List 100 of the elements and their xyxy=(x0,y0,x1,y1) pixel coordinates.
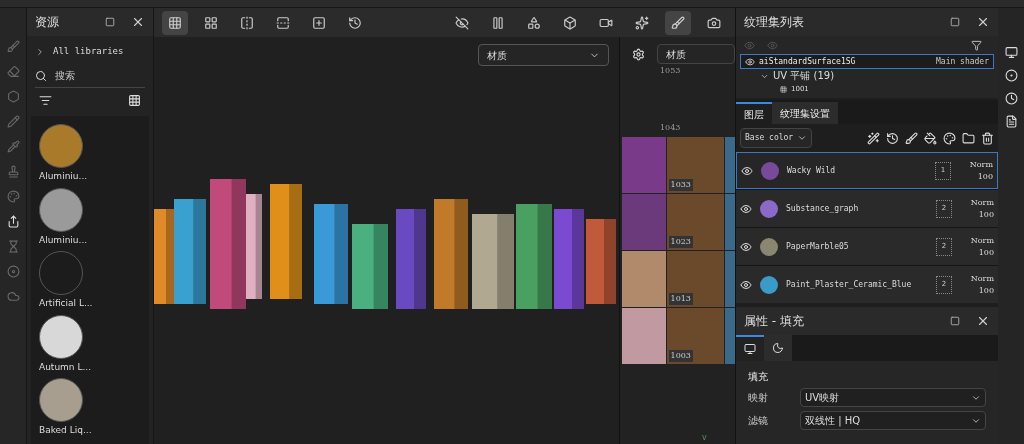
library-label[interactable]: All libraries xyxy=(53,45,124,59)
pencil-icon[interactable] xyxy=(6,115,20,128)
uv-tile-group[interactable]: UV 平铺 (19) xyxy=(773,70,835,82)
eye-icon[interactable] xyxy=(745,56,755,67)
section-title: 填充 xyxy=(748,370,769,384)
panel-tab[interactable]: 纹理集设置 xyxy=(772,102,838,124)
chevron-down-icon xyxy=(797,133,808,143)
grid-button[interactable] xyxy=(162,10,188,35)
uv-tile-label: 1013 xyxy=(668,293,693,305)
axis-label: v xyxy=(702,432,708,444)
grid-icon xyxy=(204,15,218,30)
hexagon-icon[interactable] xyxy=(6,90,20,103)
layer-name: Wacky Wild xyxy=(787,164,837,177)
opacity-value[interactable]: 100 xyxy=(978,246,994,259)
layer-name: Paint_Plaster_Ceramic_Blue xyxy=(786,278,913,291)
opacity-value[interactable]: 100 xyxy=(978,284,994,297)
eye-icon[interactable] xyxy=(741,164,753,177)
pipette-icon[interactable] xyxy=(6,140,20,153)
uv-tile xyxy=(725,194,735,250)
uv-tile-label: 1033 xyxy=(668,179,693,191)
filter-icon[interactable] xyxy=(971,39,982,51)
uv-tile xyxy=(725,137,735,193)
close-icon[interactable] xyxy=(976,314,990,328)
uv-tile-label: 1003 xyxy=(668,350,693,362)
properties-tab[interactable] xyxy=(764,335,792,361)
sparkle-icon xyxy=(635,15,649,30)
panel-title: 资源 xyxy=(35,14,60,31)
uv-tile xyxy=(725,308,735,364)
export-icon[interactable] xyxy=(6,215,20,228)
blend-mode[interactable]: Norm xyxy=(970,196,994,209)
frame-icon xyxy=(312,15,326,30)
texture-set-row[interactable]: aiStandardSurface1SG Main shader xyxy=(740,54,994,69)
asset-label: Aluminiu... xyxy=(39,233,88,247)
opacity-value[interactable]: 100 xyxy=(978,208,994,221)
chevron-right-icon[interactable] xyxy=(35,47,45,57)
shader-label: Main shader xyxy=(936,55,989,68)
folder-icon[interactable] xyxy=(962,131,975,145)
brush-icon[interactable] xyxy=(905,131,918,145)
properties-tab[interactable] xyxy=(736,335,764,361)
close-icon[interactable] xyxy=(976,15,990,29)
settings-icon[interactable] xyxy=(632,47,645,61)
cloud-icon[interactable] xyxy=(6,290,20,303)
asset-label: Aluminiu... xyxy=(39,170,88,183)
select-field[interactable]: UV映射 xyxy=(800,388,986,407)
dropdown-value: 材质 xyxy=(666,47,686,62)
eye-off-icon xyxy=(455,15,469,30)
document-icon[interactable] xyxy=(1004,115,1018,128)
clock-icon[interactable] xyxy=(1004,92,1018,105)
channel-dropdown[interactable]: 材质 xyxy=(657,44,735,64)
monitor-icon[interactable] xyxy=(1004,46,1018,59)
search-input[interactable]: 搜索 xyxy=(55,68,125,83)
history-icon xyxy=(348,15,362,30)
uv-tile-label: 1043 xyxy=(659,122,682,134)
camera-icon xyxy=(707,15,721,30)
close-icon[interactable] xyxy=(131,15,145,29)
pause-icon xyxy=(491,15,505,30)
stamp-icon[interactable] xyxy=(6,165,20,178)
field-label: 滤镜 xyxy=(748,414,769,428)
grid-view-icon[interactable] xyxy=(128,93,141,107)
float-icon[interactable] xyxy=(950,17,960,27)
asset-label: Artificial L... xyxy=(39,297,93,310)
grid-icon xyxy=(780,85,787,93)
channel-dropdown[interactable]: Base color xyxy=(740,128,813,148)
layer-name: Substance_graph xyxy=(786,202,860,215)
panel-tab[interactable]: 图层 xyxy=(736,102,772,124)
select-field[interactable]: 双线性 | HQ xyxy=(800,411,986,430)
blend-mode[interactable]: Norm xyxy=(970,234,994,247)
eraser-icon[interactable] xyxy=(6,65,20,78)
eye-icon[interactable] xyxy=(740,240,752,253)
monitor-icon xyxy=(744,343,756,355)
eye-icon[interactable] xyxy=(740,278,752,291)
filter-icon[interactable] xyxy=(39,93,52,107)
opacity-value[interactable]: 100 xyxy=(977,170,993,183)
eye-icon[interactable] xyxy=(740,202,752,215)
blend-mode[interactable]: Norm xyxy=(969,158,993,171)
channel-dropdown[interactable]: 材质 xyxy=(478,44,609,66)
uv-tile-label: 1023 xyxy=(668,236,693,248)
brush-icon xyxy=(671,15,685,30)
asset-label: Autumn L... xyxy=(39,360,92,374)
brush-button[interactable] xyxy=(665,10,691,35)
paint-bucket-icon[interactable] xyxy=(924,131,937,145)
uv-tile-label: 1053 xyxy=(659,65,682,77)
trash-icon[interactable] xyxy=(981,131,994,145)
hourglass-icon[interactable] xyxy=(6,240,20,253)
grid-icon xyxy=(168,15,182,30)
dropdown-value: 材质 xyxy=(487,48,507,63)
cube-icon xyxy=(563,15,577,30)
mirror-icon xyxy=(240,15,254,30)
select-value: UV映射 xyxy=(805,391,840,405)
float-icon[interactable] xyxy=(950,316,960,326)
panel-title: 属性 - 填充 xyxy=(744,313,805,330)
moon-icon xyxy=(772,342,784,354)
blend-mode[interactable]: Norm xyxy=(970,272,994,285)
search-field[interactable]: 搜索 xyxy=(35,64,145,88)
float-icon[interactable] xyxy=(105,17,115,27)
mirror-icon xyxy=(276,15,290,30)
asset-label: Baked Liq... xyxy=(39,424,92,437)
select-value: 双线性 | HQ xyxy=(805,414,861,428)
dropdown-value: Base color xyxy=(745,132,794,144)
wand-icon[interactable] xyxy=(867,131,880,145)
